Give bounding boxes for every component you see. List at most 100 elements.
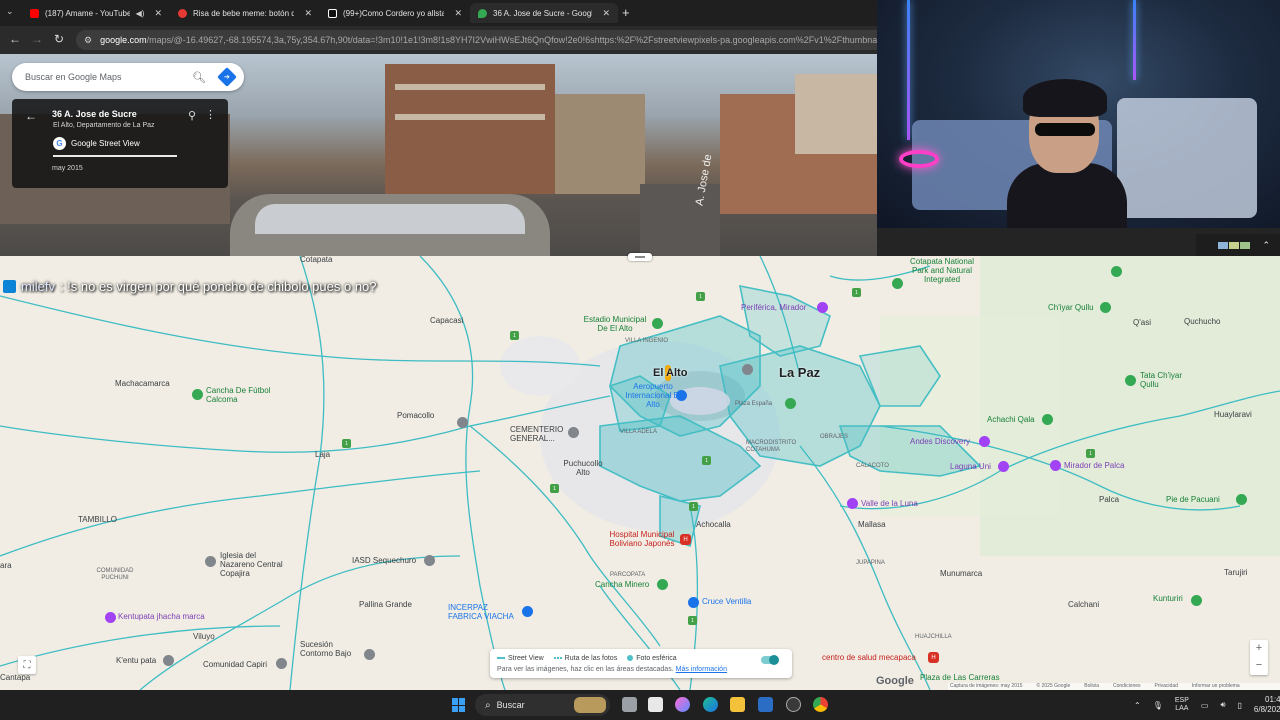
peak-icon[interactable] [1100,302,1111,313]
split-drag-handle[interactable] [628,253,652,261]
map-label[interactable]: Plaza de Las Carreras [920,673,1000,683]
map-label[interactable]: ara [0,561,12,571]
map-label[interactable]: Periférica, Mirador [741,303,806,313]
factory-icon[interactable] [522,606,533,617]
maps-search-box[interactable]: Buscar en Google Maps 🔍︎ ➔ [12,63,244,91]
park-icon[interactable] [657,579,668,590]
park-icon[interactable] [785,398,796,409]
microphone-icon[interactable]: 🎙︎ [1153,701,1163,710]
map-label[interactable]: IASD Sequechuro [352,556,416,566]
map-label[interactable]: Laguna Uni [950,462,991,472]
directions-icon[interactable]: ➔ [217,67,237,87]
thumbnail-strip[interactable] [1218,241,1251,249]
map-label[interactable]: Tarujiri [1224,568,1248,578]
cemetery-icon[interactable] [568,427,579,438]
close-tab-icon[interactable]: ✕ [304,8,312,19]
mail-icon[interactable] [758,697,773,712]
map-label[interactable]: Calchani [1068,600,1099,610]
close-tab-icon[interactable]: ✕ [602,8,610,19]
widgets-icon[interactable] [648,697,663,712]
more-info-link[interactable]: Más información [676,666,727,673]
start-button[interactable] [452,698,466,712]
forward-icon[interactable]: → [31,32,43,46]
terms-link[interactable]: Condiciones [1113,683,1141,690]
photo-strip-controls[interactable]: ⌃ [1196,234,1280,256]
map-label[interactable]: Palca [1099,495,1119,505]
map-label[interactable]: Ch'iyar Qullu [1048,303,1094,313]
map-label[interactable]: Cotapata [300,256,332,265]
map-label[interactable]: Achocalla [696,520,731,530]
hospital-icon[interactable]: H [680,534,691,545]
map-label[interactable]: Capacasi [430,316,463,326]
map-label[interactable]: COMUNIDAD PUCHUNI [95,568,135,581]
search-icon[interactable]: 🔍︎ [192,71,206,84]
church-icon[interactable] [424,555,435,566]
place-icon[interactable] [276,658,287,669]
hospital-icon[interactable]: H [928,652,939,663]
peak-icon[interactable] [1236,494,1247,505]
taskbar-search[interactable]: ⌕ Buscar [475,694,610,716]
map-label[interactable]: Q'asi [1133,318,1151,328]
attraction-icon[interactable] [817,302,828,313]
tab-tiktok[interactable]: (99+)Como Cordero yo allstare ✕ [320,3,470,23]
map-label[interactable]: Laja [315,450,330,460]
map-label[interactable]: Cancha Minero [595,580,649,590]
map-label[interactable]: Kentupata jhacha marca [118,612,205,622]
attraction-icon[interactable] [847,498,858,509]
stadium-icon[interactable] [652,318,663,329]
tab-youtube[interactable]: (187) Amame - YouTube ◀) ✕ [22,3,170,23]
close-tab-icon[interactable]: ✕ [454,8,462,19]
attraction-icon[interactable] [979,436,990,447]
task-view-icon[interactable] [622,697,637,712]
map-label[interactable]: Achachi Qala [987,415,1035,425]
tab-google-maps[interactable]: 36 A. Jose de Sucre - Google M ✕ [470,3,618,23]
reload-icon[interactable]: ↻ [54,32,64,46]
map-label[interactable]: Mallasa [858,520,886,530]
map-label[interactable]: Cantapa [0,673,30,683]
map-label[interactable]: PARCOPATA [610,572,645,579]
park-icon[interactable] [1111,266,1122,277]
map-label[interactable]: CALACOTO [856,463,889,470]
zoom-in-button[interactable]: + [1250,640,1268,657]
street-view-toggle[interactable] [761,655,779,665]
new-tab-button[interactable]: + [622,5,630,20]
map-label[interactable]: Pie de Pacuani [1166,495,1220,505]
back-icon[interactable]: ← [9,32,21,46]
zoom-control[interactable]: + − [1250,640,1268,675]
attraction-icon[interactable] [1050,460,1061,471]
map-label[interactable]: centro de salud mecapaca [822,653,916,663]
map-label[interactable]: Andes Discovery [910,437,970,447]
city-label[interactable]: La Paz [779,365,820,380]
map-label[interactable]: Iglesia del Nazareno Central Copajira [220,551,290,578]
tray-chevron-icon[interactable]: ⌃ [1134,701,1141,710]
attraction-icon[interactable] [998,461,1009,472]
map-label[interactable]: INCERPAZ FABRICA VIACHA [448,603,518,622]
peak-icon[interactable] [1042,414,1053,425]
map-label[interactable]: Viluyo [193,632,215,642]
map-label[interactable]: OBRAJES [820,434,848,441]
map-label[interactable]: Mirador de Palca [1064,461,1124,471]
map-label[interactable]: Plaza España [735,401,772,408]
map-label[interactable]: Tata Ch'iyar Qullu [1140,371,1190,390]
airport-icon[interactable] [676,390,687,401]
map-label[interactable]: Kunturiri [1153,594,1183,604]
copilot-icon[interactable] [675,697,690,712]
map-label[interactable]: Aeropuerto Internacional El Alto [622,382,684,409]
map-label[interactable]: VILLA INGENIO [625,338,668,345]
map-label[interactable]: Pomacollo [397,411,434,421]
map-label[interactable]: MACRODISTRITO COTAHUMA [746,440,798,453]
map-label[interactable]: Quchucho [1184,317,1220,327]
tab-search-icon[interactable]: ⌄ [6,6,14,17]
map-label[interactable]: JUPAPINA [856,560,885,567]
more-options-icon[interactable]: ⋮ [205,108,216,121]
place-icon[interactable] [457,417,468,428]
chrome-icon[interactable] [813,697,828,712]
place-icon[interactable] [364,649,375,660]
report-link[interactable]: Informar un problema [1192,683,1240,690]
city-label[interactable]: El Alto [653,367,687,379]
map-label[interactable]: Comunidad Capiri [203,660,267,670]
tab-risa-bebe[interactable]: Risa de bebe meme: botón de ✕ [170,3,320,23]
file-explorer-icon[interactable] [730,697,745,712]
clock[interactable]: 01:446/8/2026 [1254,695,1280,715]
church-icon[interactable] [205,556,216,567]
